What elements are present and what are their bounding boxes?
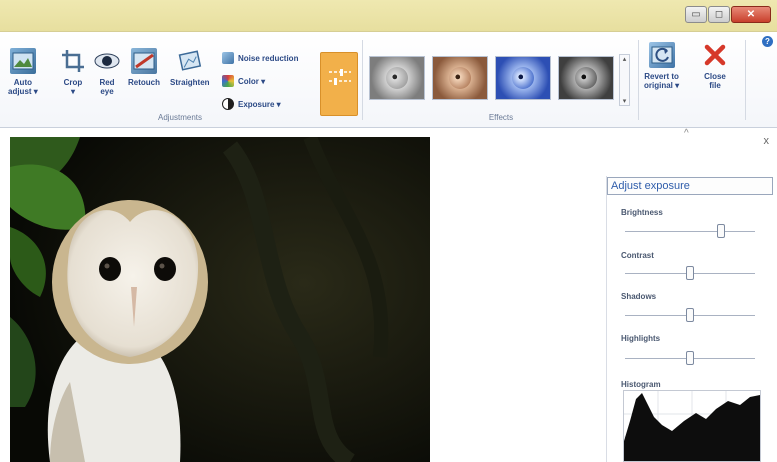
highlights-slider[interactable] [625,351,755,365]
noise-reduction-label: Noise reduction [238,53,299,63]
ribbon-separator [638,40,639,120]
close-icon: ✕ [746,8,756,20]
brightness-label: Brightness [621,208,663,217]
fine-tune-button[interactable] [320,52,358,116]
straighten-label: Straighten [170,78,210,87]
revert-icon [648,42,675,68]
brightness-slider[interactable] [625,224,755,238]
contrast-slider-thumb[interactable] [686,266,694,280]
contrast-slider[interactable] [625,266,755,280]
effect-dark-thumbnail[interactable] [558,56,614,100]
adjust-exposure-pane: Adjust exposure Brightness Contrast Shad… [606,176,773,462]
maximize-button[interactable]: ◻ [708,6,730,23]
effect-cyan-thumbnail[interactable] [495,56,551,100]
crop-button[interactable]: Crop ▾ [60,48,86,96]
minimize-icon: ▭ [691,8,701,20]
shadows-label: Shadows [621,292,657,301]
collapse-pane-icon[interactable]: ^ [684,128,689,139]
effects-group-label: Effects [488,113,514,122]
effects-scrollbar[interactable]: ▴ ▾ [619,54,630,106]
effect-dark-icon [575,67,597,89]
effect-sepia-icon [449,67,471,89]
auto-adjust-label: Auto adjust ▾ [8,78,38,96]
owl-photo [10,137,430,462]
adjustments-group-label: Adjustments [157,113,203,122]
adjustments-group: Auto adjust ▾ Crop ▾ Red eye Retouch Str… [0,38,360,124]
histogram-chart [623,390,761,462]
revert-to-original-label: Revert to original ▾ [644,72,680,90]
red-eye-icon [94,48,120,74]
close-file-icon [702,42,728,68]
minimize-button[interactable]: ▭ [685,6,707,23]
noise-reduction-button[interactable]: Noise reduction [222,52,298,64]
revert-to-original-button[interactable]: Revert to original ▾ [644,42,679,90]
scroll-down-icon[interactable]: ▾ [623,97,627,105]
retouch-button[interactable]: Retouch [128,48,160,87]
retouch-label: Retouch [128,78,160,87]
crop-label: Crop ▾ [63,78,83,96]
maximize-icon: ◻ [714,8,724,20]
color-label: Color ▾ [238,76,266,86]
highlights-slider-thumb[interactable] [686,351,694,365]
window-controls: ▭ ◻ ✕ [685,6,771,23]
auto-adjust-button[interactable]: Auto adjust ▾ [8,48,38,96]
exposure-label: Exposure ▾ [238,99,281,109]
brightness-slider-thumb[interactable] [717,224,726,238]
help-icon[interactable]: ? [762,36,773,47]
red-eye-label: Red eye [99,78,115,96]
pane-close-icon[interactable]: x [764,135,770,147]
effect-grayscale-thumbnail[interactable] [369,56,425,100]
retouch-icon [131,48,157,74]
effect-sepia-thumbnail[interactable] [432,56,488,100]
color-button[interactable]: Color ▾ [222,75,265,87]
color-icon [222,75,234,87]
noise-reduction-icon [222,52,234,64]
effect-grayscale-icon [386,67,408,89]
ribbon: ? Auto adjust ▾ Crop ▾ Red eye Retouch S… [0,32,777,128]
fine-tune-sliders-icon [329,69,351,85]
exposure-icon [222,98,234,110]
auto-adjust-icon [9,48,36,74]
scroll-up-icon[interactable]: ▴ [623,55,627,63]
shadows-slider[interactable] [625,308,755,322]
shadows-slider-thumb[interactable] [686,308,694,322]
highlights-label: Highlights [621,334,661,343]
straighten-icon [177,48,203,74]
contrast-label: Contrast [621,251,654,260]
effect-cyan-icon [512,67,534,89]
ribbon-separator [362,40,363,120]
pane-title: Adjust exposure [607,177,773,195]
close-file-button[interactable]: Close file [702,42,728,90]
exposure-button[interactable]: Exposure ▾ [222,98,281,110]
straighten-button[interactable]: Straighten [170,48,210,87]
red-eye-button[interactable]: Red eye [94,48,120,96]
effects-gallery [369,56,614,100]
ribbon-separator [745,40,746,120]
close-file-label: Close file [704,72,726,90]
histogram-label: Histogram [621,380,661,389]
crop-icon [60,48,86,74]
close-window-button[interactable]: ✕ [731,6,771,23]
title-bar: ▭ ◻ ✕ [0,0,777,32]
